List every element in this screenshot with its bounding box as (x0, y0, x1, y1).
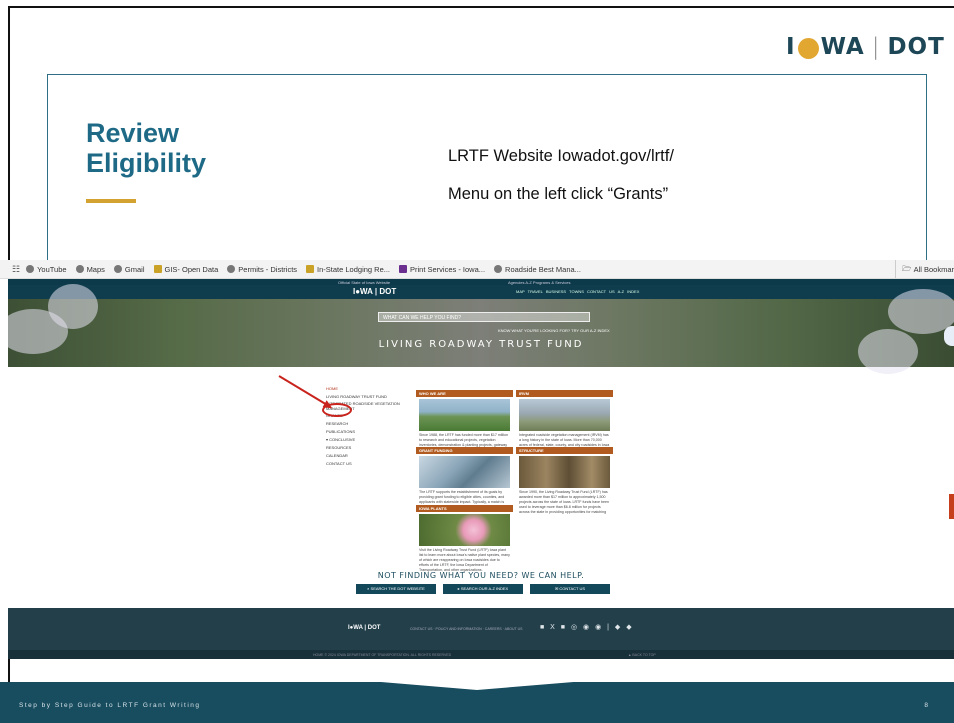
cta-contact-button[interactable]: ✉ CONTACT US (530, 584, 610, 594)
slide-title: Review Eligibility (86, 118, 207, 178)
annotation-arrow (278, 375, 328, 406)
menu-calendar[interactable]: CALENDAR (326, 452, 408, 460)
folder-icon: 🗁 (902, 264, 914, 273)
all-bookmarks[interactable]: 🗁 All Bookmar (895, 260, 954, 278)
card-image (419, 399, 510, 431)
card-iowa-plants[interactable]: IOWA PLANTS Visit the Living Roadway Tru… (416, 505, 513, 573)
apps-grid-icon[interactable]: ☷ (12, 264, 20, 275)
footer-links[interactable]: CONTACT US · POLICY AND INFORMATION · CA… (410, 627, 522, 631)
iowa-dot-icon (153, 265, 162, 273)
footer-logo[interactable]: I●WA | DOT (348, 625, 380, 631)
globe-icon (75, 265, 84, 273)
bookmark-roadside-best[interactable]: Roadside Best Mana... (494, 265, 581, 274)
cta-az-index-button[interactable]: ▸ SEARCH OUR A-Z INDEX (443, 584, 523, 594)
site-hero-title: LIVING ROADWAY TRUST FUND (378, 339, 584, 350)
card-image (419, 514, 510, 546)
slide-footer-text: Step by Step Guide to LRTF Grant Writing (19, 702, 201, 709)
bookmark-in-state-lodging[interactable]: In-State Lodging Re... (306, 265, 390, 274)
accessibility-tab[interactable] (944, 326, 954, 346)
site-nav: I●WA | DOT MAP TRAVEL BUSINESS TOWNS CON… (8, 285, 954, 299)
grants-highlight-circle (322, 403, 352, 417)
body-text-website: LRTF Website Iowadot.gov/lrtf/ (448, 147, 674, 165)
feedback-tab[interactable] (949, 494, 954, 519)
site-footer: I●WA | DOT CONTACT US · POLICY AND INFOR… (8, 608, 954, 650)
menu-conclusive[interactable]: ▾ CONCLUSIVE (326, 436, 408, 444)
bookmark-maps[interactable]: Maps (75, 265, 105, 274)
site-logo[interactable]: I●WA | DOT (353, 287, 396, 296)
bookmark-gis-open-data[interactable]: GIS- Open Data (153, 265, 218, 274)
globe-icon (26, 265, 35, 273)
site-side-menu: HOME LIVING ROADWAY TRUST FUND INTEGRATE… (326, 385, 408, 468)
menu-lrtf[interactable]: LIVING ROADWAY TRUST FUND (326, 393, 408, 401)
bookmark-youtube[interactable]: YouTube (26, 265, 67, 274)
bookmark-gmail[interactable]: Gmail (113, 265, 145, 274)
menu-resources[interactable]: RESOURCES (326, 444, 408, 452)
slide-footer-band (0, 660, 954, 723)
card-image (519, 399, 610, 431)
iowa-dot-logo: I WA | DOT (786, 34, 945, 60)
iowa-dot-icon (306, 265, 315, 273)
bookmark-print-services[interactable]: Print Services - Iowa... (399, 265, 485, 274)
bookmark-permits-districts[interactable]: Permits - Districts (227, 265, 297, 274)
site-bottom-bar: HOME © 2024 IOWA DEPARTMENT OF TRANSPORT… (8, 650, 954, 659)
card-structure[interactable]: STRUCTURE Since 1990, the Living Roadway… (516, 447, 613, 515)
card-image (419, 456, 510, 488)
title-underline (86, 199, 136, 203)
menu-contact[interactable]: CONTACT US (326, 460, 408, 468)
body-text-instruction: Menu on the left click “Grants” (448, 185, 669, 203)
menu-publications[interactable]: PUBLICATIONS (326, 428, 408, 436)
cta-title: NOT FINDING WHAT YOU NEED? WE CAN HELP. (377, 571, 585, 580)
globe-icon (494, 265, 503, 273)
back-to-top-link[interactable]: ▲ BACK TO TOP (628, 653, 656, 657)
site-search-input[interactable]: WHAT CAN WE HELP YOU FIND? (378, 312, 590, 322)
card-image (519, 456, 610, 488)
menu-research[interactable]: RESEARCH (326, 420, 408, 428)
site-hero: WHAT CAN WE HELP YOU FIND? KNOW WHAT YOU… (8, 284, 954, 374)
bookmarks-bar: ☷ YouTube Maps Gmail GIS- Open Data Perm… (0, 260, 954, 279)
cta-search-website-button[interactable]: ⌕ SEARCH THE DOT WEBSITE (356, 584, 436, 594)
menu-home[interactable]: HOME (326, 385, 408, 393)
slide-page-number: 8 (924, 702, 928, 709)
site-search-hint: KNOW WHAT YOU'RE LOOKING FOR? TRY OUR A-… (498, 328, 610, 333)
globe-icon (113, 265, 122, 273)
social-icons[interactable]: ■ X ■ ◎ ◉ ◉ | ◆ ◆ (540, 623, 634, 631)
print-services-icon (399, 265, 407, 273)
site-nav-links[interactable]: MAP TRAVEL BUSINESS TOWNS CONTACT US A-Z… (516, 289, 639, 294)
logo-o-icon (797, 37, 819, 59)
globe-icon (227, 265, 236, 273)
website-screenshot: Official State of Iowa Website Agencies … (8, 279, 954, 659)
